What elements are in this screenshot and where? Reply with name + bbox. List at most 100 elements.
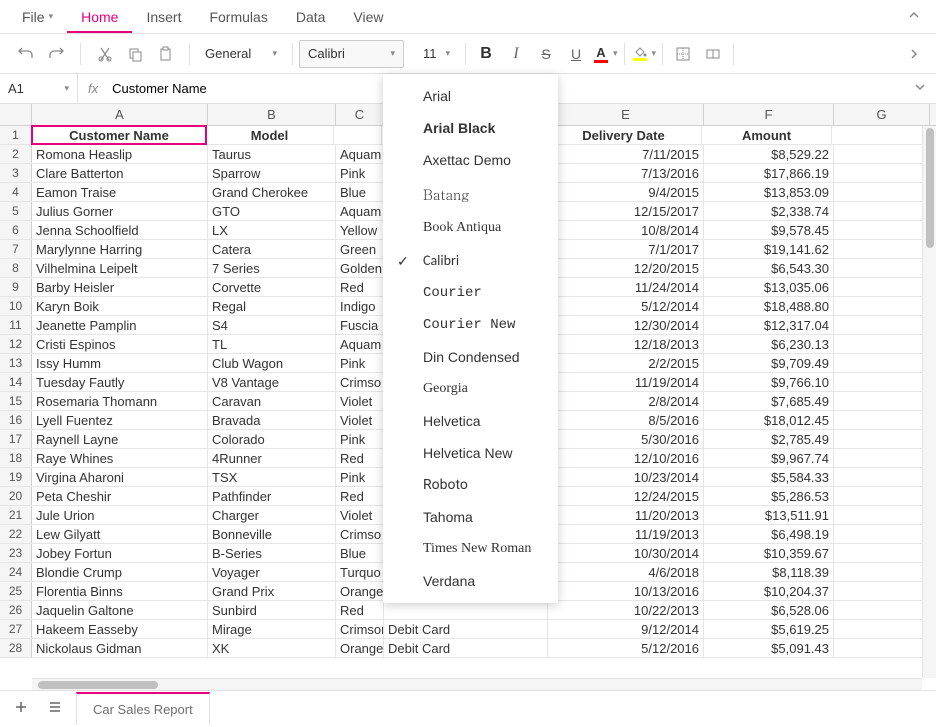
sheet-tab-active[interactable]: Car Sales Report: [76, 692, 210, 725]
row-header[interactable]: 24: [0, 563, 32, 581]
row-header[interactable]: 13: [0, 354, 32, 372]
cell[interactable]: [834, 468, 930, 486]
row-header[interactable]: 9: [0, 278, 32, 296]
strikethrough-button[interactable]: S: [532, 40, 560, 68]
cell[interactable]: [834, 164, 930, 182]
cell[interactable]: $5,286.53: [704, 487, 834, 505]
cell[interactable]: [834, 525, 930, 543]
cell[interactable]: $6,230.13: [704, 335, 834, 353]
cell[interactable]: Amount: [702, 126, 832, 144]
row-header[interactable]: 26: [0, 601, 32, 619]
all-sheets-button[interactable]: [42, 694, 68, 723]
copy-button[interactable]: [121, 40, 149, 68]
cell[interactable]: [834, 202, 930, 220]
cell[interactable]: 8/5/2016: [548, 411, 704, 429]
cell[interactable]: Nickolaus Gidman: [32, 639, 208, 657]
cell[interactable]: Sunbird: [208, 601, 336, 619]
cell[interactable]: Rosemaria Thomann: [32, 392, 208, 410]
formula-expand-button[interactable]: [904, 81, 936, 96]
font-menu-item[interactable]: Helvetica: [383, 405, 558, 437]
cell[interactable]: Blondie Crump: [32, 563, 208, 581]
font-family-dropdown[interactable]: Calibri ▾: [299, 40, 404, 68]
cell[interactable]: 7 Series: [208, 259, 336, 277]
cell[interactable]: $19,141.62: [704, 240, 834, 258]
cell[interactable]: [834, 449, 930, 467]
cell[interactable]: Yellow: [336, 221, 384, 239]
cell[interactable]: $18,012.45: [704, 411, 834, 429]
cell[interactable]: Delivery Date: [546, 126, 702, 144]
cell[interactable]: Barby Heisler: [32, 278, 208, 296]
cell[interactable]: Hakeem Easseby: [32, 620, 208, 638]
collapse-ribbon-button[interactable]: [900, 1, 928, 32]
cell[interactable]: [834, 563, 930, 581]
cell[interactable]: 11/24/2014: [548, 278, 704, 296]
row-header[interactable]: 3: [0, 164, 32, 182]
scrollbar-thumb[interactable]: [38, 681, 158, 689]
font-menu-item[interactable]: Din Condensed: [383, 341, 558, 373]
cell[interactable]: Aquam: [336, 335, 384, 353]
cell[interactable]: [834, 259, 930, 277]
row-header[interactable]: 2: [0, 145, 32, 163]
cell[interactable]: [334, 126, 382, 144]
row-header[interactable]: 17: [0, 430, 32, 448]
font-menu-item[interactable]: Helvetica New: [383, 437, 558, 469]
cell[interactable]: 12/24/2015: [548, 487, 704, 505]
cell[interactable]: Peta Cheshir: [32, 487, 208, 505]
cell[interactable]: Aquam: [336, 202, 384, 220]
cell[interactable]: $18,488.80: [704, 297, 834, 315]
menu-formulas[interactable]: Formulas: [195, 1, 281, 33]
cell[interactable]: Crimso: [336, 525, 384, 543]
row-header[interactable]: 15: [0, 392, 32, 410]
font-menu-item[interactable]: Tahoma: [383, 501, 558, 533]
row-header[interactable]: 12: [0, 335, 32, 353]
cell[interactable]: Romona Heaslip: [32, 145, 208, 163]
cell[interactable]: B-Series: [208, 544, 336, 562]
cell[interactable]: Catera: [208, 240, 336, 258]
name-box[interactable]: A1 ▾: [0, 74, 78, 103]
cell[interactable]: Sparrow: [208, 164, 336, 182]
font-menu-item[interactable]: Roboto: [383, 469, 558, 501]
cell[interactable]: 9/4/2015: [548, 183, 704, 201]
cell[interactable]: $13,853.09: [704, 183, 834, 201]
row-header[interactable]: 6: [0, 221, 32, 239]
cell[interactable]: $6,498.19: [704, 525, 834, 543]
cell[interactable]: $10,359.67: [704, 544, 834, 562]
row-header[interactable]: 10: [0, 297, 32, 315]
toolbar-next-button[interactable]: [900, 40, 928, 68]
cell[interactable]: Orange: [336, 639, 384, 657]
cell[interactable]: Violet: [336, 411, 384, 429]
cell[interactable]: Eamon Traise: [32, 183, 208, 201]
cell[interactable]: [834, 639, 930, 657]
font-menu-item[interactable]: Calibri✓: [383, 244, 558, 277]
cell[interactable]: Jobey Fortun: [32, 544, 208, 562]
font-menu-item[interactable]: Times New Roman: [383, 533, 558, 565]
cell[interactable]: [834, 601, 930, 619]
cell[interactable]: Crimso: [336, 373, 384, 391]
cell[interactable]: Fuscia: [336, 316, 384, 334]
cell[interactable]: [834, 620, 930, 638]
cell[interactable]: [832, 126, 928, 144]
cell[interactable]: [834, 221, 930, 239]
cell[interactable]: Debit Card: [384, 620, 548, 638]
cell[interactable]: 11/19/2014: [548, 373, 704, 391]
borders-button[interactable]: [669, 40, 697, 68]
cell[interactable]: 10/22/2013: [548, 601, 704, 619]
font-menu-item[interactable]: Georgia: [383, 373, 558, 405]
cell[interactable]: Raye Whines: [32, 449, 208, 467]
cell[interactable]: $2,785.49: [704, 430, 834, 448]
cell[interactable]: Club Wagon: [208, 354, 336, 372]
menu-file[interactable]: File ▾: [8, 1, 67, 33]
cell[interactable]: [834, 335, 930, 353]
cell[interactable]: Model: [206, 126, 334, 144]
row-header[interactable]: 22: [0, 525, 32, 543]
cell[interactable]: [834, 316, 930, 334]
cell[interactable]: [834, 411, 930, 429]
cell[interactable]: Marylynne Harring: [32, 240, 208, 258]
cell[interactable]: 4/6/2018: [548, 563, 704, 581]
cell[interactable]: 11/20/2013: [548, 506, 704, 524]
row-header[interactable]: 16: [0, 411, 32, 429]
font-menu-item[interactable]: Book Antiqua: [383, 212, 558, 244]
cut-button[interactable]: [91, 40, 119, 68]
cell[interactable]: $2,338.74: [704, 202, 834, 220]
cell[interactable]: Florentia Binns: [32, 582, 208, 600]
